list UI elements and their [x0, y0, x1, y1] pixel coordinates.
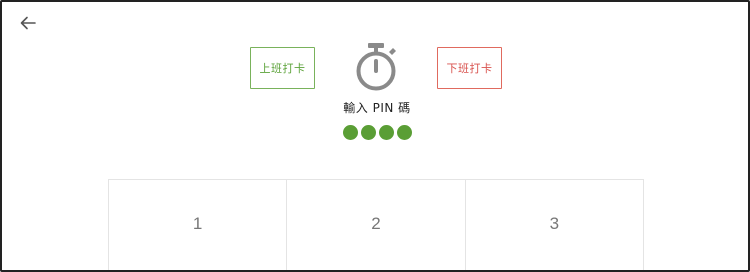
clock-out-button[interactable]: 下班打卡	[437, 47, 502, 89]
keypad: 1 2 3	[108, 179, 644, 270]
pin-dot	[397, 125, 412, 140]
pin-dot	[361, 125, 376, 140]
stopwatch-icon	[353, 42, 399, 92]
pin-dot	[343, 125, 358, 140]
back-button[interactable]	[16, 12, 40, 34]
pin-title: 輸入 PIN 碼	[343, 101, 411, 115]
key-2[interactable]: 2	[287, 180, 466, 270]
pin-indicator	[343, 125, 412, 140]
key-1[interactable]: 1	[109, 180, 288, 270]
key-3[interactable]: 3	[466, 180, 644, 270]
arrow-left-icon	[20, 16, 36, 30]
app-window: 上班打卡 下班打卡 輸入 PIN 碼 1 2 3	[0, 0, 750, 272]
pin-dot	[379, 125, 394, 140]
clock-in-button[interactable]: 上班打卡	[250, 47, 315, 89]
